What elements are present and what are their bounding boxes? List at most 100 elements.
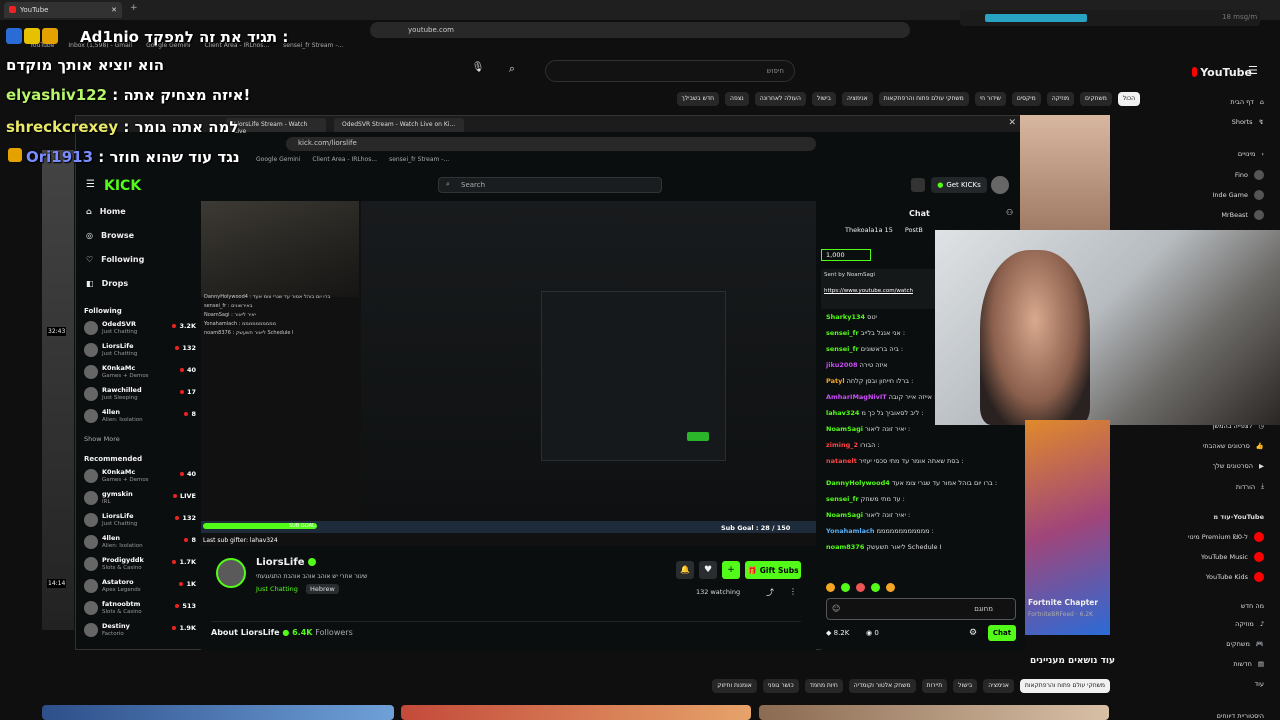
user-avatar[interactable]: [991, 176, 1009, 194]
chat-user[interactable]: Yonahamlach: [826, 527, 874, 535]
topic-chip[interactable]: אומנות וחיזוק: [712, 679, 757, 693]
nav-home[interactable]: ⌂ Home: [86, 207, 126, 216]
chat-user[interactable]: noam8376: [826, 543, 864, 551]
chip[interactable]: חדש בשבילך: [676, 92, 720, 106]
settings-gear-icon[interactable]: ⚙: [969, 628, 977, 638]
chat-user[interactable]: sensei_fr: [826, 329, 859, 337]
topic-chip[interactable]: משחק אלטור וקומדיה: [848, 679, 916, 693]
points-display[interactable]: ◆ 8.2K: [826, 629, 849, 637]
outer-address-bar[interactable]: youtube.com: [370, 22, 910, 38]
kick-tab[interactable]: LiorsLife Stream - Watch Live: [226, 118, 326, 135]
bookmark-item[interactable]: Google Gemini: [256, 156, 300, 166]
close-window-icon[interactable]: ✕: [1008, 118, 1016, 128]
streamer-name[interactable]: LiorsLife: [256, 557, 305, 568]
people-icon[interactable]: ⚇: [1006, 208, 1013, 217]
sidebar-channel[interactable]: Inde Game: [1212, 190, 1264, 200]
nav-browse[interactable]: ◎ Browse: [86, 231, 134, 240]
chat-user[interactable]: natanelt: [826, 457, 857, 465]
bookmark-item[interactable]: Client Area - IRLhos...: [312, 156, 377, 166]
chat-user[interactable]: ziming_2: [826, 441, 858, 449]
youtube-logo[interactable]: YouTube: [1192, 64, 1252, 80]
chat-user[interactable]: NoamSagi: [826, 425, 863, 433]
channel-row[interactable]: Astatoro Apex Legends 1K: [84, 577, 196, 597]
video-thumbnail[interactable]: [759, 705, 1109, 720]
sidebar-item-shorts[interactable]: Shorts ↯: [1232, 118, 1264, 126]
sidebar-item-subscriptions[interactable]: מינויים ›: [1238, 150, 1264, 158]
channel-row[interactable]: fatnoobtm Slots & Casino 513: [84, 599, 196, 619]
kick-search-input[interactable]: ⌕ Search: [438, 177, 662, 193]
hamburger-menu-icon[interactable]: ☰: [86, 179, 95, 190]
chip[interactable]: שידור חי: [974, 92, 1006, 106]
bookmark-item[interactable]: sensei_fr Stream -...: [283, 42, 343, 52]
sidebar-item-downloads[interactable]: הורדות ⤓: [1236, 482, 1264, 491]
gift-subs-button[interactable]: 🎁 Gift Subs: [745, 561, 801, 579]
show-more-link[interactable]: Show More: [84, 435, 120, 443]
chip[interactable]: בישול: [811, 92, 837, 106]
get-kicks-button[interactable]: ● Get KICKs: [931, 177, 987, 193]
chip[interactable]: משחקי עולם פתוח והרפתקאות: [878, 92, 969, 106]
channel-row[interactable]: Rawchilled Just Sleeping 17: [84, 385, 196, 405]
channel-row[interactable]: Destiny Factorio 1.9K: [84, 621, 196, 641]
channel-row[interactable]: Prodigyddk Slots & Casino 1.7K: [84, 555, 196, 575]
emote-icon[interactable]: [841, 583, 850, 592]
chip[interactable]: מיקסים: [1011, 92, 1041, 106]
sidebar-channel[interactable]: MrBeast: [1221, 210, 1264, 220]
stream-video-player[interactable]: DannyHolywood4 : ברו יום בוהל אמור עד שנ…: [201, 201, 816, 546]
chip[interactable]: נצפה: [725, 92, 749, 106]
sidebar-item-report-history[interactable]: היסטוריית דיווחים: [1217, 712, 1264, 720]
chip[interactable]: אנימציה: [842, 92, 873, 106]
topic-chip[interactable]: אנימציה: [983, 679, 1014, 693]
pinned-user[interactable]: Thekoala1a 15: [845, 226, 893, 238]
channel-row[interactable]: K0nkaMc Games + Demos 40: [84, 363, 196, 383]
sidebar-item-music[interactable]: YouTube Music: [1201, 552, 1264, 562]
chat-user[interactable]: sensei_fr: [826, 345, 859, 353]
youtube-left-thumbnails[interactable]: [42, 150, 74, 630]
kick-address-bar[interactable]: kick.com/liorslife: [286, 137, 816, 151]
channel-row[interactable]: K0nkaMc Games + Demos 40: [84, 467, 196, 487]
heart-icon[interactable]: ♥: [699, 561, 717, 579]
video-thumbnail[interactable]: [401, 705, 751, 720]
sidebar-channel[interactable]: Fino: [1235, 170, 1264, 180]
video-thumbnail[interactable]: [42, 705, 394, 720]
chat-user[interactable]: Sharky134: [826, 313, 865, 321]
chat-user[interactable]: lahav324: [826, 409, 859, 417]
chat-user[interactable]: Patyl: [826, 377, 845, 385]
plus-icon[interactable]: +: [722, 561, 740, 579]
youtube-video-title[interactable]: Fortnite Chapter 6 Season 4 Trailer: [1028, 598, 1098, 607]
channel-row[interactable]: gymskin IRL LIVE: [84, 489, 196, 509]
topic-chip[interactable]: חיות מחמד: [804, 679, 843, 693]
sidebar-item-whats-new[interactable]: מה חדש: [1241, 602, 1264, 610]
chat-user[interactable]: NoamSagi: [826, 511, 863, 519]
chat-user[interactable]: DannyHolywood4: [826, 479, 890, 487]
outer-tab-youtube[interactable]: YouTube ✕: [4, 2, 122, 18]
topic-chip[interactable]: בישול: [953, 679, 978, 693]
search-icon[interactable]: ⌕: [502, 62, 522, 80]
streamer-avatar[interactable]: [216, 558, 246, 588]
chat-message-input[interactable]: מחוגם: [826, 598, 1016, 620]
chip[interactable]: העולה לאחרונה: [754, 92, 806, 106]
more-icon[interactable]: ⋮: [789, 587, 797, 596]
sidebar-item-liked[interactable]: סרטונים שאהבתי 👍: [1203, 442, 1264, 450]
chip[interactable]: מוזיקה: [1046, 92, 1075, 106]
emote-icon[interactable]: [826, 583, 835, 592]
kicks-display[interactable]: ◉ 0: [866, 629, 879, 637]
language-tag[interactable]: Hebrew: [306, 584, 339, 594]
topic-chip[interactable]: משחקי עולם פתוח והרפתקאות: [1019, 679, 1110, 693]
chat-user[interactable]: AmharIMagNivIT: [826, 393, 887, 401]
emote-icon[interactable]: [871, 583, 880, 592]
channel-row[interactable]: LiorsLife Just Chatting 132: [84, 511, 196, 531]
chat-send-button[interactable]: Chat: [988, 625, 1016, 641]
sidebar-item-home[interactable]: דף הבית ⌂: [1230, 98, 1264, 106]
channel-row[interactable]: 4llen Alien: Isolation 8: [84, 533, 196, 553]
sidebar-item-music-topic[interactable]: מוזיקה ♪: [1235, 620, 1264, 628]
bell-icon[interactable]: 🔔: [676, 561, 694, 579]
kick-tab[interactable]: OdedSVR Stream - Watch Live on Ki...: [334, 118, 464, 132]
sidebar-item-your-videos[interactable]: הסרטונים שלך ▶: [1213, 462, 1264, 470]
nav-drops[interactable]: ◧ Drops: [86, 279, 128, 288]
close-icon[interactable]: ✕: [111, 6, 117, 14]
sidebar-item-premium[interactable]: מינוי Premium ל-₪0: [1188, 532, 1264, 542]
emote-icon[interactable]: [856, 583, 865, 592]
kick-logo[interactable]: KICK: [104, 178, 141, 194]
sidebar-item-more[interactable]: עוד: [1255, 680, 1264, 688]
pinned-message[interactable]: Sent by NoamSagi https://www.youtube.com/…: [821, 269, 936, 309]
